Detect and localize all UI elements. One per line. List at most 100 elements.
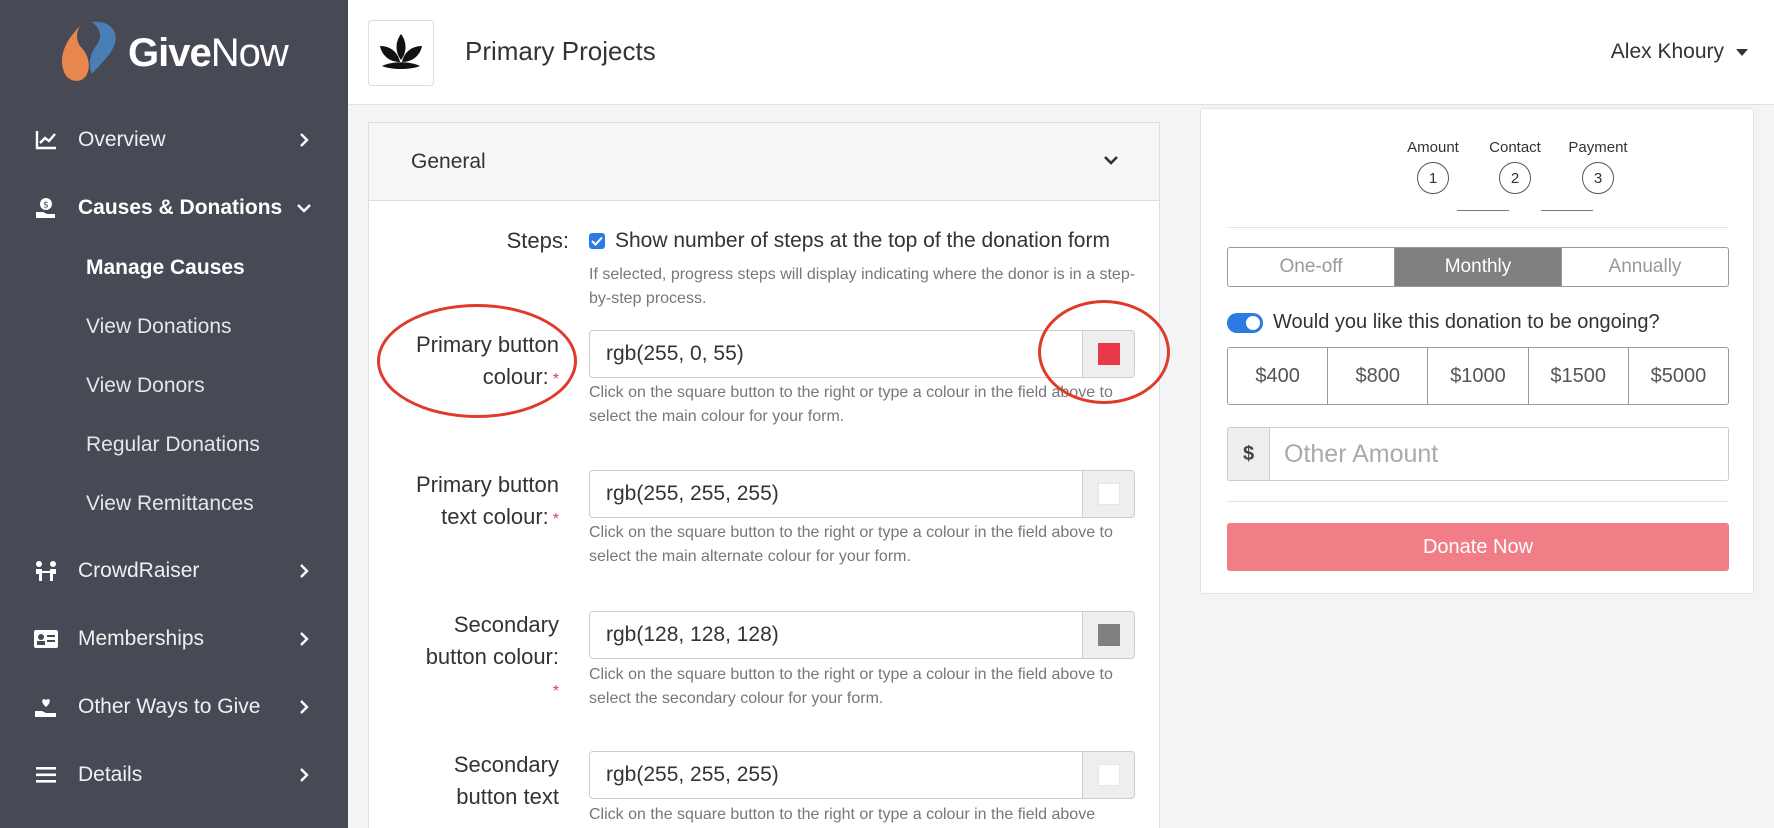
- general-settings-card: General Steps: Show number of steps at t…: [368, 122, 1160, 828]
- sidebar-item-label: Details: [78, 763, 143, 786]
- frequency-monthly[interactable]: Monthly: [1395, 248, 1562, 286]
- required-mark: *: [552, 511, 559, 528]
- frequency-selector: One-off Monthly Annually: [1227, 247, 1729, 287]
- general-section-header[interactable]: General: [369, 123, 1159, 201]
- givenow-logo[interactable]: GiveNow: [58, 18, 289, 88]
- sidebar-item-label: CrowdRaiser: [78, 559, 200, 582]
- chevron-right-icon: [296, 631, 312, 647]
- secondary-button-colour-input[interactable]: [590, 612, 1082, 658]
- amount-option[interactable]: $1500: [1529, 348, 1629, 404]
- list-icon: [34, 763, 58, 787]
- sidebar: GiveNow Overview $ Causes & Donations Ma…: [0, 0, 348, 828]
- frequency-annually[interactable]: Annually: [1562, 248, 1728, 286]
- colour-swatch: [1097, 483, 1120, 505]
- steps-label: Steps:: [506, 228, 569, 253]
- org-logo[interactable]: [368, 20, 434, 86]
- primary-button-text-colour-label: Primary button text colour: *: [415, 472, 559, 529]
- sidebar-item-label: Causes & Donations: [78, 196, 283, 219]
- primary-button-colour-input[interactable]: [590, 331, 1082, 377]
- secondary-button-text-colour-help: Click on the square button to the right …: [589, 806, 1096, 823]
- secondary-button-text-colour-group: [589, 751, 1135, 799]
- amount-option[interactable]: $1000: [1428, 348, 1529, 404]
- steps-checkbox-row[interactable]: Show number of steps at the top of the d…: [589, 229, 1110, 253]
- steps-checkbox[interactable]: [589, 233, 605, 249]
- amount-option[interactable]: $800: [1328, 348, 1429, 404]
- amount-options: $400 $800 $1000 $1500 $5000: [1227, 347, 1729, 405]
- colour-swatch: [1097, 764, 1120, 786]
- secondary-button-text-colour-input[interactable]: [590, 752, 1082, 798]
- divider: [1227, 501, 1729, 502]
- top-bar: Primary Projects Alex Khoury: [348, 0, 1774, 105]
- user-name: Alex Khoury: [1610, 40, 1724, 63]
- sidebar-subitem-view-donors[interactable]: View Donors: [86, 374, 205, 398]
- sidebar-item-other-ways-to-give[interactable]: Other Ways to Give: [0, 687, 348, 727]
- people-icon: [34, 559, 58, 583]
- sidebar-subitem-view-donations[interactable]: View Donations: [86, 315, 232, 339]
- section-title: General: [411, 150, 486, 173]
- step-connector: [1541, 210, 1593, 211]
- sidebar-item-memberships[interactable]: Memberships: [0, 619, 348, 659]
- caret-down-icon: [1736, 48, 1748, 56]
- donation-hand-icon: $: [34, 196, 58, 220]
- chevron-down-icon: [1103, 153, 1119, 169]
- required-mark: *: [552, 683, 559, 700]
- step-amount: Amount 1: [1393, 139, 1473, 194]
- colour-swatch: [1097, 343, 1120, 365]
- sidebar-item-crowdraiser[interactable]: CrowdRaiser: [0, 551, 348, 591]
- progress-steps: Amount 1 Contact 2 Payment 3: [1201, 139, 1755, 211]
- secondary-button-colour-group: [589, 611, 1135, 659]
- sidebar-item-label: Other Ways to Give: [78, 695, 261, 718]
- step-connector: [1457, 210, 1509, 211]
- secondary-button-text-colour-picker[interactable]: [1082, 752, 1134, 798]
- divider: [1227, 227, 1729, 228]
- steps-help-text: If selected, progress steps will display…: [589, 266, 1136, 307]
- chevron-right-icon: [296, 767, 312, 783]
- amount-option[interactable]: $5000: [1629, 348, 1728, 404]
- svg-text:$: $: [43, 201, 49, 211]
- chevron-right-icon: [296, 563, 312, 579]
- primary-button-text-colour-help: Click on the square button to the right …: [589, 524, 1113, 565]
- ongoing-question: Would you like this donation to be ongoi…: [1273, 311, 1660, 333]
- primary-button-text-colour-picker[interactable]: [1082, 471, 1134, 517]
- step-contact: Contact 2: [1475, 139, 1555, 194]
- amount-option[interactable]: $400: [1228, 348, 1329, 404]
- id-card-icon: [34, 627, 58, 651]
- sidebar-item-label: Overview: [78, 128, 166, 151]
- primary-button-colour-label: Primary button colour: *: [415, 332, 559, 389]
- hand-heart-icon: [34, 695, 58, 719]
- primary-button-colour-picker[interactable]: [1082, 331, 1134, 377]
- other-amount-group: $: [1227, 427, 1729, 481]
- colour-swatch: [1097, 624, 1120, 646]
- line-chart-icon: [34, 128, 58, 152]
- donation-form-preview: Amount 1 Contact 2 Payment 3 One-off Mon…: [1200, 108, 1754, 594]
- givenow-logo-text: GiveNow: [128, 30, 289, 75]
- primary-button-text-colour-input[interactable]: [590, 471, 1082, 517]
- secondary-button-colour-label: Secondary button colour: *: [425, 612, 559, 700]
- sidebar-item-details[interactable]: Details: [0, 755, 348, 795]
- primary-button-colour-group: [589, 330, 1135, 378]
- ongoing-toggle-row: Would you like this donation to be ongoi…: [1227, 311, 1660, 334]
- sidebar-subitem-regular-donations[interactable]: Regular Donations: [86, 433, 260, 457]
- other-amount-input[interactable]: [1270, 428, 1728, 480]
- required-mark: *: [552, 371, 559, 388]
- sidebar-item-causes-donations[interactable]: $ Causes & Donations: [0, 188, 348, 228]
- secondary-button-colour-picker[interactable]: [1082, 612, 1134, 658]
- secondary-button-colour-help: Click on the square button to the right …: [589, 666, 1113, 707]
- user-menu[interactable]: Alex Khoury: [1611, 40, 1748, 64]
- currency-symbol: $: [1228, 428, 1270, 480]
- donate-now-button[interactable]: Donate Now: [1227, 523, 1729, 571]
- ongoing-toggle[interactable]: [1227, 312, 1263, 333]
- chevron-down-icon: [296, 200, 312, 216]
- leaf-logo-icon: [380, 34, 422, 69]
- frequency-one-off[interactable]: One-off: [1228, 248, 1395, 286]
- sidebar-item-overview[interactable]: Overview: [0, 120, 348, 160]
- chevron-right-icon: [296, 132, 312, 148]
- secondary-button-text-colour-label: Secondary button text: [453, 752, 559, 809]
- primary-button-text-colour-group: [589, 470, 1135, 518]
- chevron-right-icon: [296, 699, 312, 715]
- steps-checkbox-label: Show number of steps at the top of the d…: [615, 229, 1110, 252]
- sidebar-subitem-view-remittances[interactable]: View Remittances: [86, 492, 254, 516]
- sidebar-subitem-manage-causes[interactable]: Manage Causes: [86, 256, 245, 280]
- primary-button-colour-help: Click on the square button to the right …: [589, 384, 1113, 425]
- org-name: Primary Projects: [465, 36, 656, 66]
